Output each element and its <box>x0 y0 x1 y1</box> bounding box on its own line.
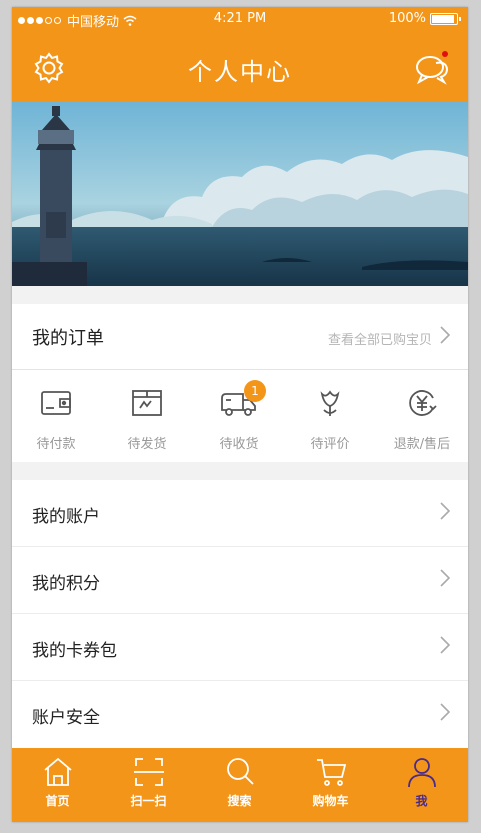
order-pending-payment[interactable]: 待付款 <box>16 370 96 462</box>
package-icon <box>132 390 162 416</box>
wallet-icon <box>41 391 71 415</box>
chevron-right-icon <box>440 703 451 721</box>
chevron-right-icon <box>440 636 451 654</box>
status-bar: 中国移动 4:21 PM 100% <box>12 7 468 31</box>
refund-icon <box>409 390 437 416</box>
notification-badge: 1 <box>244 380 266 402</box>
tab-label: 首页 <box>45 794 70 808</box>
tab-me[interactable]: 我 <box>376 748 467 822</box>
order-pending-shipment[interactable]: 待发货 <box>107 370 187 462</box>
view-all-orders-link[interactable]: 查看全部已购宝贝 <box>328 329 432 348</box>
order-pending-receipt[interactable]: 1 待收货 <box>199 370 279 462</box>
messages-button[interactable] <box>414 51 449 85</box>
menu-item-account-security[interactable]: 账户安全 <box>12 681 468 747</box>
scan-icon <box>134 758 164 786</box>
battery-percent: 100% <box>388 11 426 26</box>
my-orders-title: 我的订单 <box>32 328 104 349</box>
notification-dot <box>442 51 448 57</box>
user-icon <box>408 758 436 788</box>
menu-item-label: 我的账户 <box>32 507 100 527</box>
menu-item-label: 我的卡券包 <box>32 641 117 661</box>
search-icon <box>227 758 254 785</box>
navigation-bar: 个人中心 <box>12 35 468 99</box>
chevron-right-icon <box>440 326 451 344</box>
tab-cart[interactable]: 购物车 <box>285 748 376 822</box>
menu-item-my-points[interactable]: 我的积分 <box>12 547 468 614</box>
banner-image <box>12 102 468 286</box>
tab-search[interactable]: 搜索 <box>194 748 285 822</box>
menu-item-label: 我的积分 <box>32 574 100 594</box>
menu-item-coupon-wallet[interactable]: 我的卡券包 <box>12 614 468 681</box>
header: 中国移动 4:21 PM 100% 个人中心 <box>12 7 468 102</box>
battery-icon <box>430 12 461 25</box>
tab-label: 购物车 <box>312 794 349 808</box>
lighthouse-banner <box>12 102 468 286</box>
tab-home[interactable]: 首页 <box>12 748 103 822</box>
chevron-right-icon <box>440 502 451 520</box>
phone-screen: 中国移动 4:21 PM 100% 个人中心 我的订单 查看全部已购宝贝 待付款… <box>12 7 468 822</box>
battery-status: 100% <box>388 11 461 26</box>
order-status-row: 待付款 待发货 1 待收货 待评价 退款/售后 <box>12 370 468 462</box>
tab-label: 我 <box>415 794 428 808</box>
order-refund-after-sales[interactable]: 退款/售后 <box>382 370 462 462</box>
order-item-label: 退款/售后 <box>393 437 451 452</box>
order-item-label: 待付款 <box>36 437 76 452</box>
tab-scan[interactable]: 扫一扫 <box>103 748 194 822</box>
bottom-tab-bar: 首页 扫一扫 搜索 购物车 我 <box>12 748 468 822</box>
order-item-label: 待评价 <box>310 437 350 452</box>
screenshot-frame: 中国移动 4:21 PM 100% 个人中心 我的订单 查看全部已购宝贝 待付款… <box>0 0 481 833</box>
order-item-label: 待发货 <box>127 437 167 452</box>
flower-icon <box>320 390 340 416</box>
account-menu: 我的账户 我的积分 我的卡券包 账户安全 <box>12 480 468 748</box>
cart-icon <box>317 759 347 786</box>
my-orders-header[interactable]: 我的订单 查看全部已购宝贝 <box>12 304 468 370</box>
order-pending-review[interactable]: 待评价 <box>290 370 370 462</box>
menu-item-my-account[interactable]: 我的账户 <box>12 480 468 547</box>
home-icon <box>44 757 72 786</box>
tab-label: 扫一扫 <box>130 794 167 808</box>
order-item-label: 待收货 <box>219 437 259 452</box>
page-title: 个人中心 <box>188 58 292 86</box>
tab-label: 搜索 <box>227 794 252 808</box>
chevron-right-icon <box>440 569 451 587</box>
menu-item-label: 账户安全 <box>32 708 100 728</box>
